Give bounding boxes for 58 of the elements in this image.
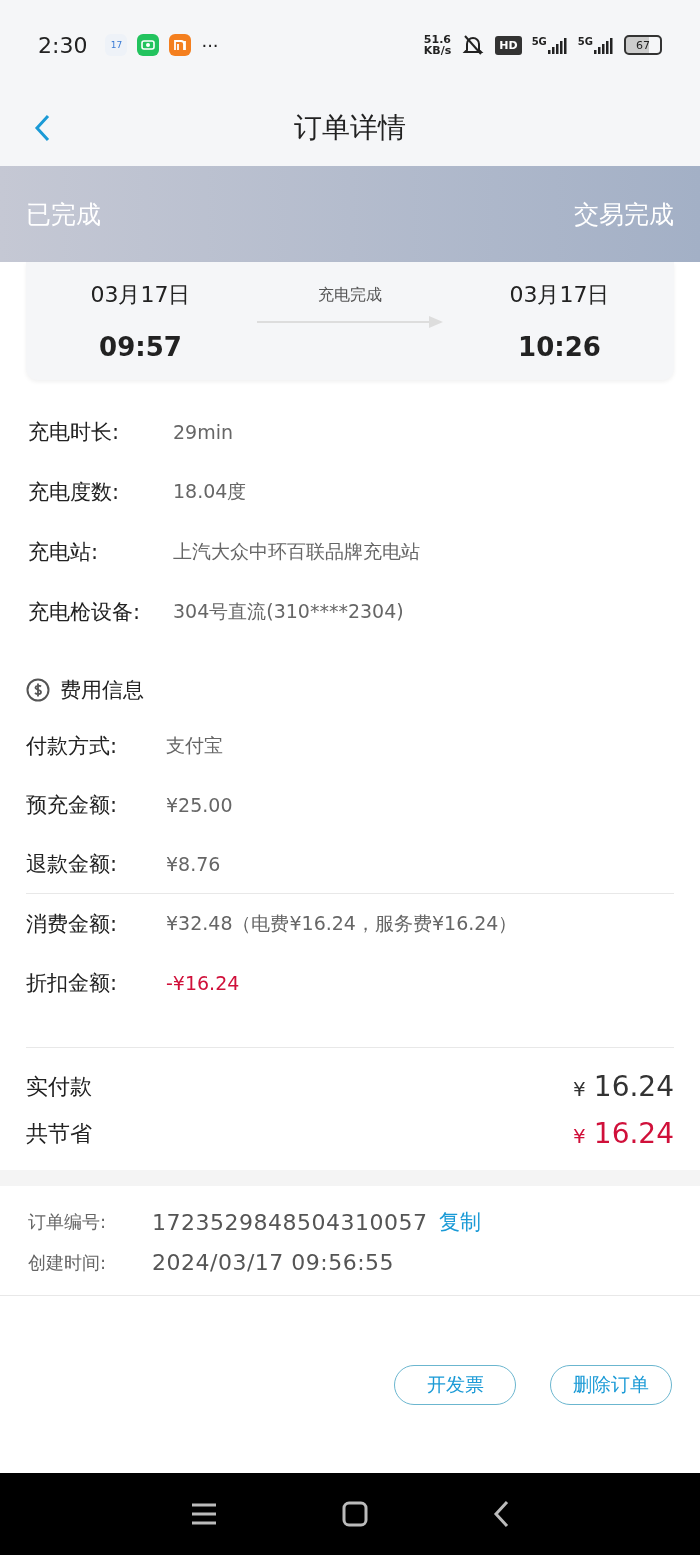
fee-value: ¥32.48（电费¥16.24，服务费¥16.24） <box>166 910 518 936</box>
info-label: 订单编号: <box>28 1210 108 1234</box>
action-button[interactable]: 开发票 <box>394 1364 516 1405</box>
signal-icon <box>594 36 614 54</box>
detail-value: 304号直流(310****2304) <box>173 599 404 624</box>
detail-label: 充电度数: <box>28 479 121 506</box>
copy-link[interactable]: 复制 <box>439 1208 482 1236</box>
network-speed: 51.6 KB/s <box>423 34 452 56</box>
total-label: 共节省 <box>26 1119 92 1148</box>
signal-icon <box>547 36 568 54</box>
fee-label: 预充金额: <box>26 791 119 819</box>
section-title: 费用信息 <box>60 677 144 704</box>
battery-icon: 67 <box>624 35 662 55</box>
transaction-status: 交易完成 <box>574 198 674 231</box>
currency-sign: ¥ <box>573 1077 586 1101</box>
currency-sign: ¥ <box>573 1124 586 1148</box>
fee-value: ¥25.00 <box>166 793 233 816</box>
dollar-coin-icon <box>26 678 50 702</box>
detail-value: 上汽大众中环百联品牌充电站 <box>173 539 420 564</box>
network-type: 5G <box>577 36 593 47</box>
start-date: 03月17日 <box>90 281 191 309</box>
fee-label: 折扣金额: <box>26 969 119 997</box>
total-amount: 16.24 <box>593 1117 674 1150</box>
fee-value: ¥8.76 <box>166 852 221 875</box>
calendar-icon: 17 <box>105 34 128 56</box>
arrow-icon <box>257 315 443 328</box>
home-button[interactable] <box>342 1501 368 1527</box>
info-label: 创建时间: <box>28 1250 108 1275</box>
detail-value: 29min <box>173 421 233 443</box>
start-time: 09:57 <box>99 332 182 362</box>
hd-badge: HD <box>495 35 522 55</box>
app-icon <box>169 34 192 56</box>
muted-bell-icon <box>461 34 486 56</box>
back-button[interactable] <box>493 1500 509 1528</box>
fee-value: -¥16.24 <box>166 971 240 994</box>
end-time: 10:26 <box>518 332 601 362</box>
total-label: 实付款 <box>26 1072 92 1101</box>
detail-label: 充电时长: <box>28 419 121 446</box>
fee-label: 付款方式: <box>26 732 119 760</box>
action-button[interactable]: 删除订单 <box>550 1364 672 1405</box>
more-notifications: ··· <box>201 34 219 56</box>
menu-button[interactable] <box>191 1503 217 1525</box>
detail-label: 充电枪设备: <box>28 599 142 626</box>
info-value: 2024/03/17 09:56:55 <box>152 1250 395 1275</box>
detail-label: 充电站: <box>28 539 100 566</box>
order-status: 已完成 <box>26 198 101 231</box>
fee-label: 退款金额: <box>26 850 119 878</box>
info-value: 1723529848504310057 <box>152 1209 428 1235</box>
end-date: 03月17日 <box>509 281 610 309</box>
page-title: 订单详情 <box>294 110 406 146</box>
charging-status: 充电完成 <box>318 284 382 306</box>
status-time: 2:30 <box>38 32 88 58</box>
fee-label: 消费金额: <box>26 910 119 938</box>
app-icon <box>137 34 160 56</box>
network-type: 5G <box>531 36 547 47</box>
total-amount: 16.24 <box>593 1070 674 1103</box>
fee-value: 支付宝 <box>166 732 223 758</box>
detail-value: 18.04度 <box>173 479 247 504</box>
